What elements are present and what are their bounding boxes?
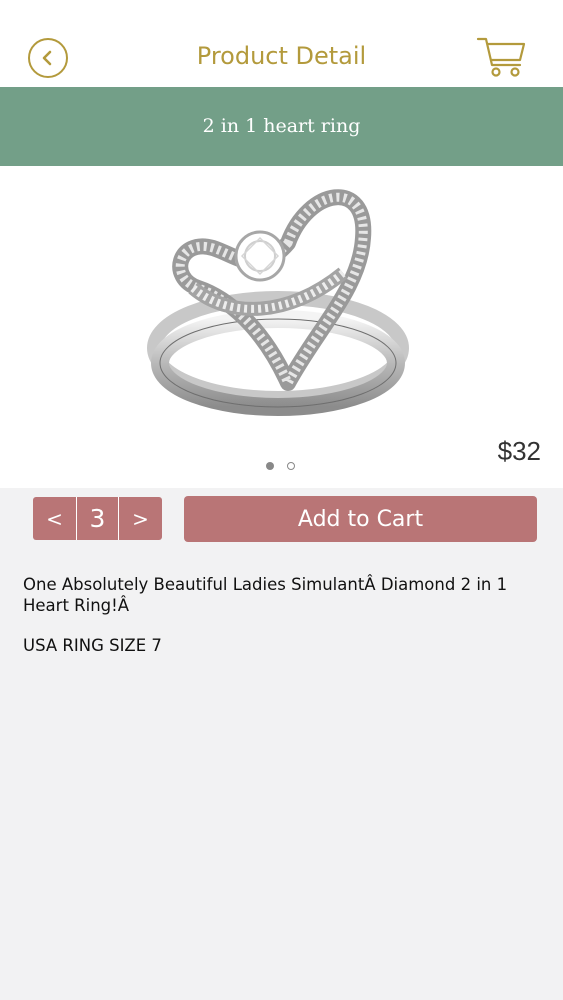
description-paragraph: USA RING SIZE 7 xyxy=(23,636,162,655)
decrement-button[interactable]: < xyxy=(33,497,76,540)
product-description: One Absolutely Beautiful Ladies Simulant… xyxy=(23,574,538,675)
quantity-stepper: < 3 > xyxy=(33,497,162,540)
product-image-gallery[interactable]: $32 xyxy=(0,166,563,488)
cart-button[interactable] xyxy=(476,34,528,80)
description-paragraph: One Absolutely Beautiful Ladies Simulant… xyxy=(23,575,508,615)
quantity-value: 3 xyxy=(76,497,119,540)
app-header: Product Detail xyxy=(0,0,563,87)
increment-button[interactable]: > xyxy=(119,497,162,540)
shopping-cart-icon xyxy=(476,37,526,77)
gallery-dot-active[interactable] xyxy=(266,462,274,470)
product-price: $32 xyxy=(497,436,541,466)
gallery-dot[interactable] xyxy=(287,462,295,470)
product-name-banner: 2 in 1 heart ring xyxy=(0,87,563,166)
heart-ring-image xyxy=(147,189,409,416)
add-to-cart-button[interactable]: Add to Cart xyxy=(184,496,537,542)
